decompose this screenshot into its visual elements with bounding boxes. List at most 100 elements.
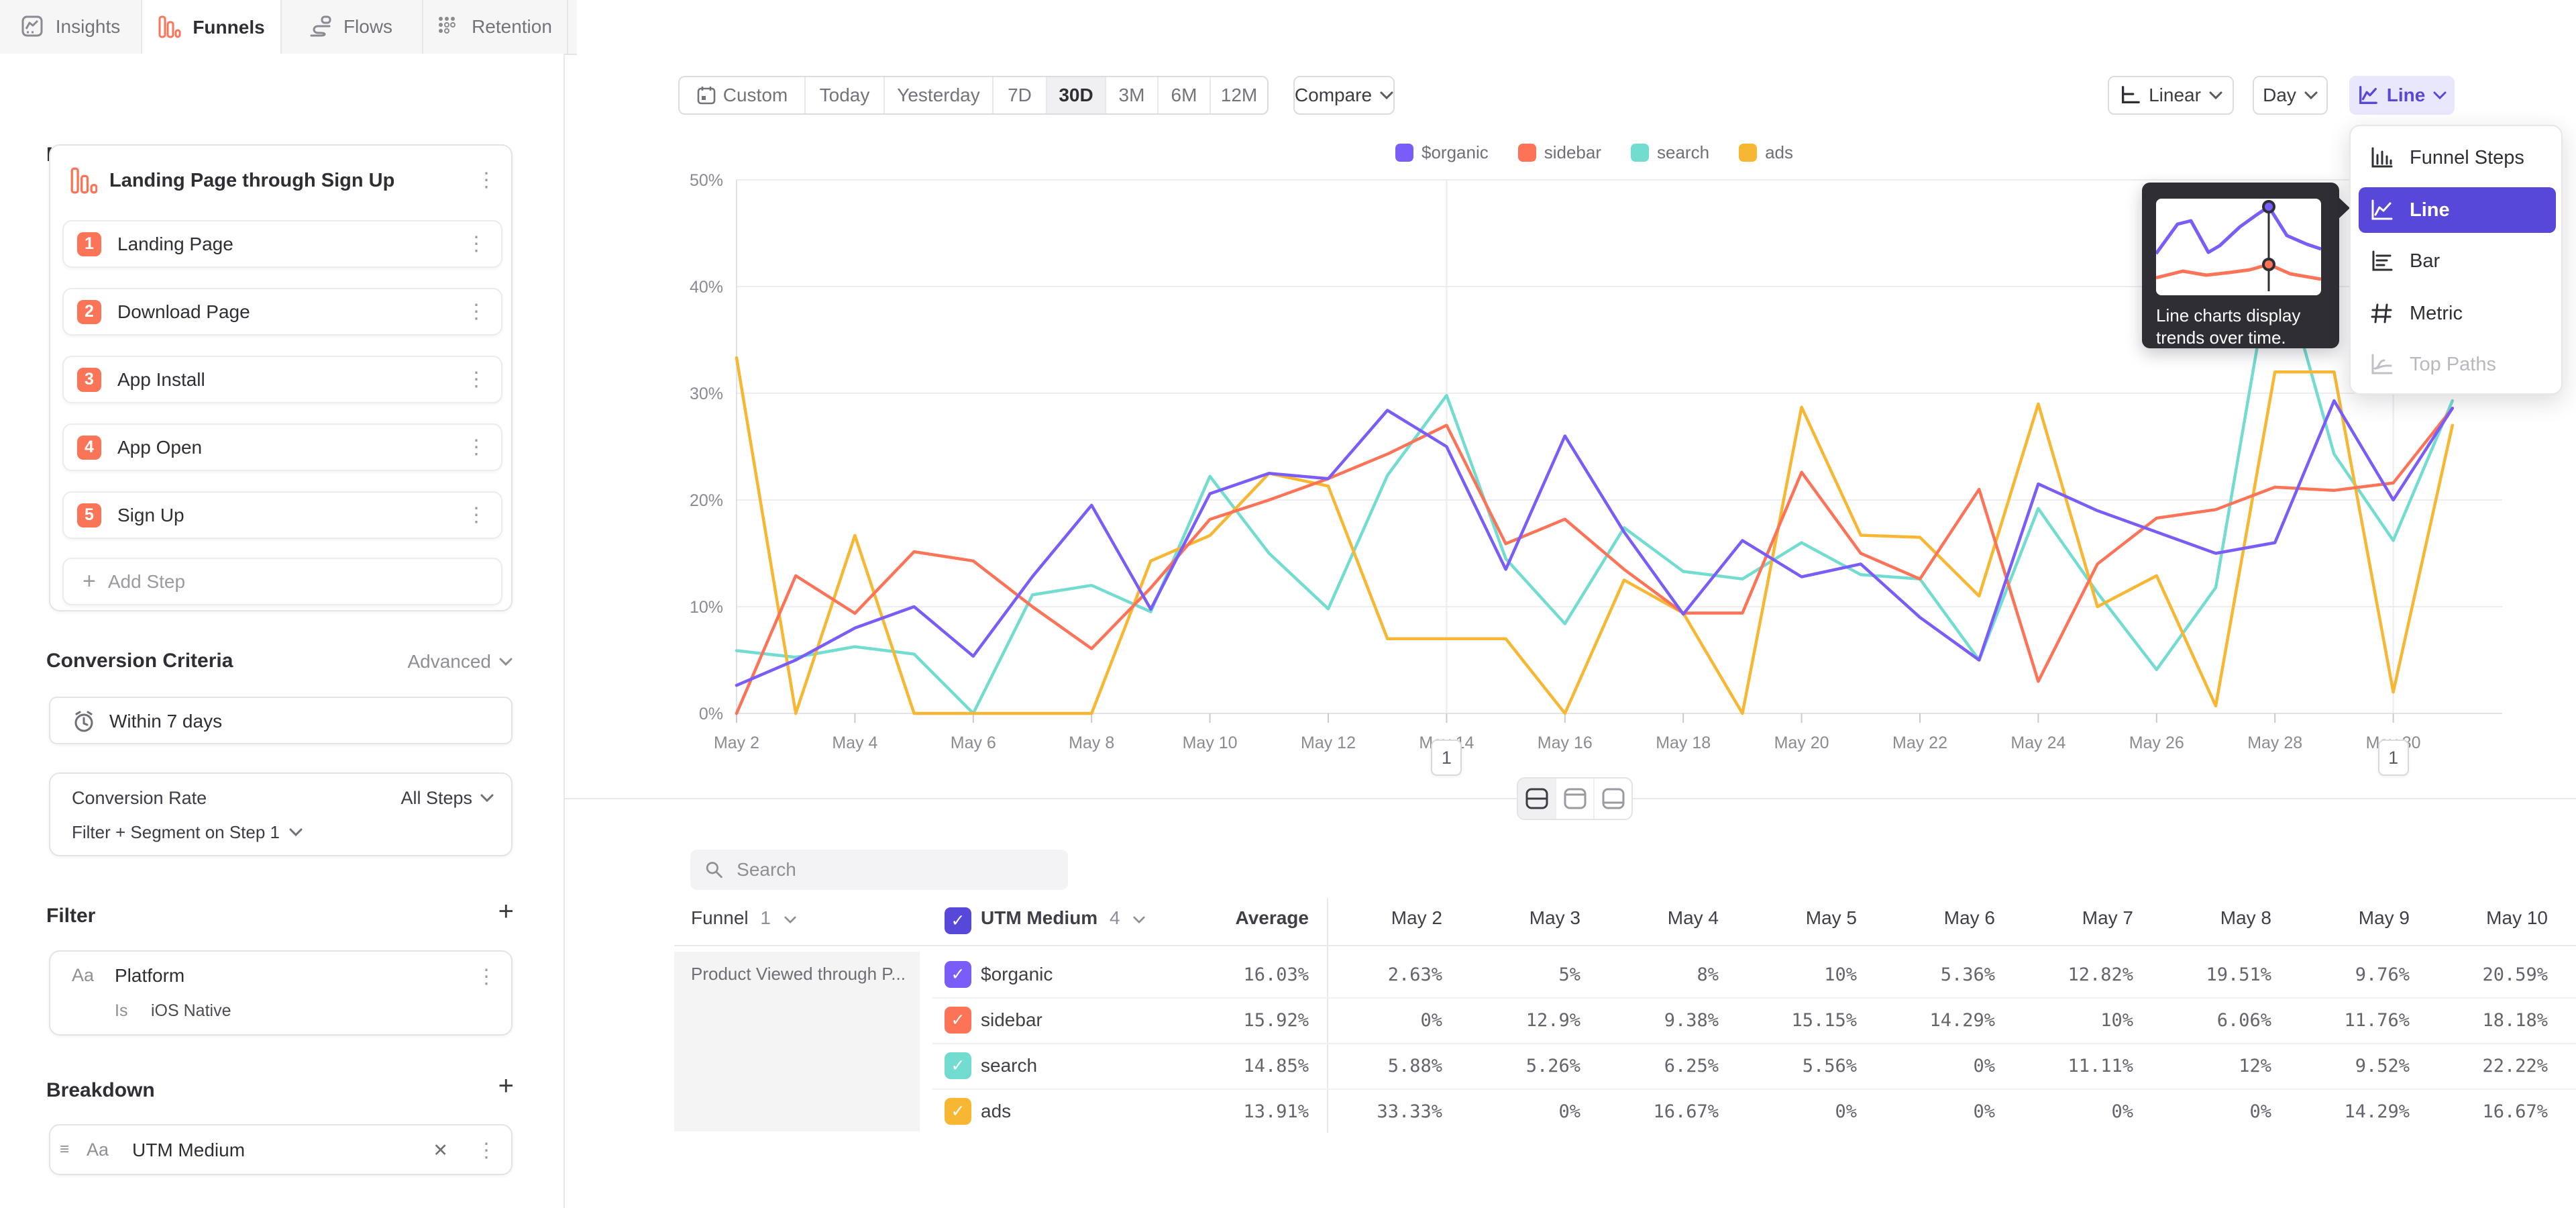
row-name: sidebar — [981, 1009, 1042, 1031]
funnel-cell[interactable]: Product Viewed through P... — [674, 952, 920, 1131]
interval-dropdown[interactable]: Day — [2253, 76, 2328, 115]
filter-value[interactable]: iOS Native — [151, 1001, 231, 1021]
scale-dropdown[interactable]: Linear — [2108, 76, 2234, 115]
add-breakdown-button[interactable]: + — [498, 1072, 514, 1099]
row-value: 5.88% — [1388, 1056, 1442, 1076]
range-30d[interactable]: 30D — [1047, 77, 1106, 113]
menu-item-metric[interactable]: Metric — [2359, 291, 2556, 336]
range-7d[interactable]: 7D — [994, 77, 1047, 113]
conversion-window-card[interactable]: Within 7 days — [49, 697, 513, 744]
tab-label: Funnels — [193, 17, 264, 38]
filter-operator[interactable]: Is — [115, 1001, 127, 1021]
date-column-header[interactable]: May 10 — [2486, 907, 2548, 929]
legend-item-sidebar[interactable]: sidebar — [1518, 142, 1601, 163]
row-average: 15.92% — [1243, 1010, 1309, 1031]
add-step-button[interactable]: + Add Step — [62, 558, 502, 605]
legend-item-search[interactable]: search — [1631, 142, 1709, 163]
conversion-rate-steps-dropdown[interactable]: All Steps — [400, 788, 494, 809]
table-search[interactable] — [690, 850, 1068, 890]
date-column-header[interactable]: May 4 — [1668, 907, 1719, 929]
row-value: 5% — [1558, 964, 1580, 985]
row-value: 12% — [2239, 1056, 2271, 1076]
date-column-header[interactable]: May 2 — [1391, 907, 1442, 929]
step-card-4[interactable]: 4App Open⋮ — [62, 423, 502, 471]
row-value: 14.29% — [2344, 1101, 2410, 1122]
advanced-dropdown[interactable]: Advanced — [407, 651, 513, 672]
layout-chart-only-button[interactable] — [1556, 778, 1595, 819]
remove-breakdown-icon[interactable]: ✕ — [433, 1140, 448, 1161]
layout-table-only-button[interactable] — [1595, 778, 1631, 819]
average-column-header[interactable]: Average — [1236, 907, 1309, 929]
x-axis-label: May 10 — [1183, 734, 1238, 752]
metric-kebab-icon[interactable]: ⋮ — [476, 170, 496, 191]
compare-button[interactable]: Compare — [1293, 76, 1395, 115]
legend-item-ads[interactable]: ads — [1739, 142, 1793, 163]
top-paths-icon — [2369, 352, 2395, 376]
chart-legend: $organic sidebar search ads — [1395, 142, 1793, 163]
date-column-header[interactable]: May 7 — [2082, 907, 2133, 929]
range-3m[interactable]: 3M — [1106, 77, 1159, 113]
series-line-ads[interactable] — [737, 358, 2453, 713]
menu-item-line[interactable]: Line — [2359, 187, 2556, 233]
layout-split-button[interactable] — [1518, 778, 1556, 819]
row-value: 22.22% — [2482, 1056, 2548, 1076]
chart-type-dropdown[interactable]: Line — [2349, 76, 2455, 115]
series-line-sidebar[interactable] — [737, 408, 2453, 713]
step-kebab-icon[interactable]: ⋮ — [466, 370, 486, 390]
plus-icon: + — [83, 568, 96, 595]
step-number-badge: 4 — [77, 436, 101, 460]
date-column-header[interactable]: May 9 — [2359, 907, 2410, 929]
row-value: 18.18% — [2482, 1010, 2548, 1031]
conversion-criteria-title: Conversion Criteria — [46, 650, 233, 672]
legend-label: search — [1657, 142, 1709, 163]
step-card-1[interactable]: 1Landing Page⋮ — [62, 220, 502, 268]
filter-section-title: Filter — [46, 905, 95, 927]
conversion-rate-steps-value: All Steps — [400, 788, 472, 809]
row-value: 15.15% — [1791, 1010, 1857, 1031]
tab-flows[interactable]: Flows — [279, 0, 423, 54]
legend-item-organic[interactable]: $organic — [1395, 142, 1489, 163]
menu-item-funnel-steps[interactable]: Funnel Steps — [2359, 135, 2556, 181]
annotation-badge-may-30[interactable]: 1 — [2378, 740, 2409, 776]
annotation-badge-may-14[interactable]: 1 — [1431, 740, 1462, 776]
funnel-column-header[interactable]: Funnel 1 — [691, 907, 796, 929]
row-value: 0% — [1973, 1101, 1995, 1122]
step-kebab-icon[interactable]: ⋮ — [466, 302, 486, 322]
tab-insights[interactable]: Insights — [0, 0, 142, 54]
drag-handle-icon[interactable]: ≡ — [60, 1140, 69, 1159]
breakdown-property-name[interactable]: UTM Medium — [132, 1140, 245, 1161]
filter-kebab-icon[interactable]: ⋮ — [476, 967, 496, 987]
breakdown-column-header[interactable]: UTM Medium 4 — [981, 907, 1145, 929]
range-yesterday[interactable]: Yesterday — [885, 77, 994, 113]
step-kebab-icon[interactable]: ⋮ — [466, 438, 486, 458]
breakdown-kebab-icon[interactable]: ⋮ — [476, 1141, 496, 1161]
tab-funnels[interactable]: Funnels — [141, 0, 282, 55]
filter-property-name[interactable]: Platform — [115, 965, 184, 987]
add-filter-button[interactable]: + — [498, 898, 514, 925]
row-value: 16.67% — [2482, 1101, 2548, 1122]
search-input[interactable] — [735, 858, 1053, 881]
utm-select-all-checkbox[interactable]: ✓ — [945, 907, 971, 934]
step-card-3[interactable]: 3App Install⋮ — [62, 356, 502, 403]
menu-item-bar[interactable]: Bar — [2359, 238, 2556, 284]
row-checkbox[interactable]: ✓ — [945, 1098, 971, 1125]
step-kebab-icon[interactable]: ⋮ — [466, 234, 486, 254]
step-card-2[interactable]: 2Download Page⋮ — [62, 288, 502, 336]
legend-swatch — [1739, 144, 1757, 162]
row-checkbox[interactable]: ✓ — [945, 961, 971, 988]
range-6m[interactable]: 6M — [1159, 77, 1211, 113]
breakdown-card: ≡ Aa UTM Medium ✕ ⋮ — [49, 1124, 513, 1175]
date-column-header[interactable]: May 5 — [1806, 907, 1857, 929]
range-custom[interactable]: Custom — [680, 77, 806, 113]
row-checkbox[interactable]: ✓ — [945, 1007, 971, 1034]
range-12m[interactable]: 12M — [1211, 77, 1267, 113]
date-column-header[interactable]: May 6 — [1944, 907, 1995, 929]
date-column-header[interactable]: May 3 — [1529, 907, 1580, 929]
range-today[interactable]: Today — [806, 77, 885, 113]
date-column-header[interactable]: May 8 — [2220, 907, 2271, 929]
step-kebab-icon[interactable]: ⋮ — [466, 505, 486, 525]
step-card-5[interactable]: 5Sign Up⋮ — [62, 491, 502, 539]
tab-retention[interactable]: Retention — [422, 0, 568, 54]
row-checkbox[interactable]: ✓ — [945, 1052, 971, 1079]
filter-segment-dropdown[interactable]: Filter + Segment on Step 1 — [72, 822, 303, 843]
